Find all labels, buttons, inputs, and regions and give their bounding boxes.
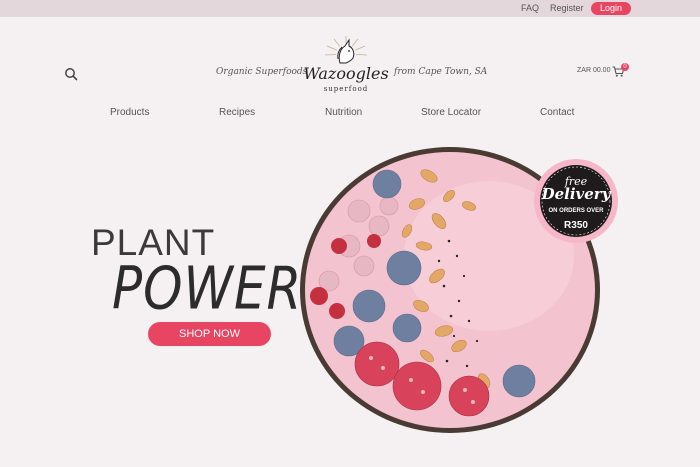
register-link[interactable]: Register — [550, 3, 584, 13]
nav-item-contact[interactable]: Contact — [540, 107, 574, 118]
tagline-left: Organic Superfoods — [216, 67, 308, 77]
nav-item-products[interactable]: Products — [110, 107, 149, 118]
brand-name: Wazoogles — [303, 64, 389, 83]
badge-line4: R350 — [564, 220, 588, 231]
badge-line3: ON ORDERS OVER — [548, 208, 604, 214]
tagline-right: from Cape Town, SA — [394, 67, 488, 77]
cart-count-badge: 0 — [621, 63, 629, 71]
nav-item-recipes[interactable]: Recipes — [219, 107, 255, 118]
cart-total[interactable]: ZAR 00.00 — [577, 67, 610, 74]
nav-item-nutrition[interactable]: Nutrition — [325, 107, 362, 118]
shop-now-button[interactable]: SHOP NOW — [148, 322, 271, 346]
free-delivery-badge: free Delivery ON ORDERS OVER R350 — [533, 158, 619, 244]
search-icon[interactable] — [64, 67, 78, 81]
faq-link[interactable]: FAQ — [521, 3, 539, 13]
top-bar: FAQ Register Login — [0, 0, 700, 17]
brand-logo[interactable]: Wazoogles superfood — [300, 34, 392, 98]
login-button[interactable]: Login — [591, 2, 631, 15]
badge-line2: Delivery — [541, 185, 611, 203]
hero-heading-line2: POWER — [112, 254, 303, 323]
nav-item-store-locator[interactable]: Store Locator — [421, 107, 481, 118]
brand-subtitle: superfood — [323, 85, 369, 93]
